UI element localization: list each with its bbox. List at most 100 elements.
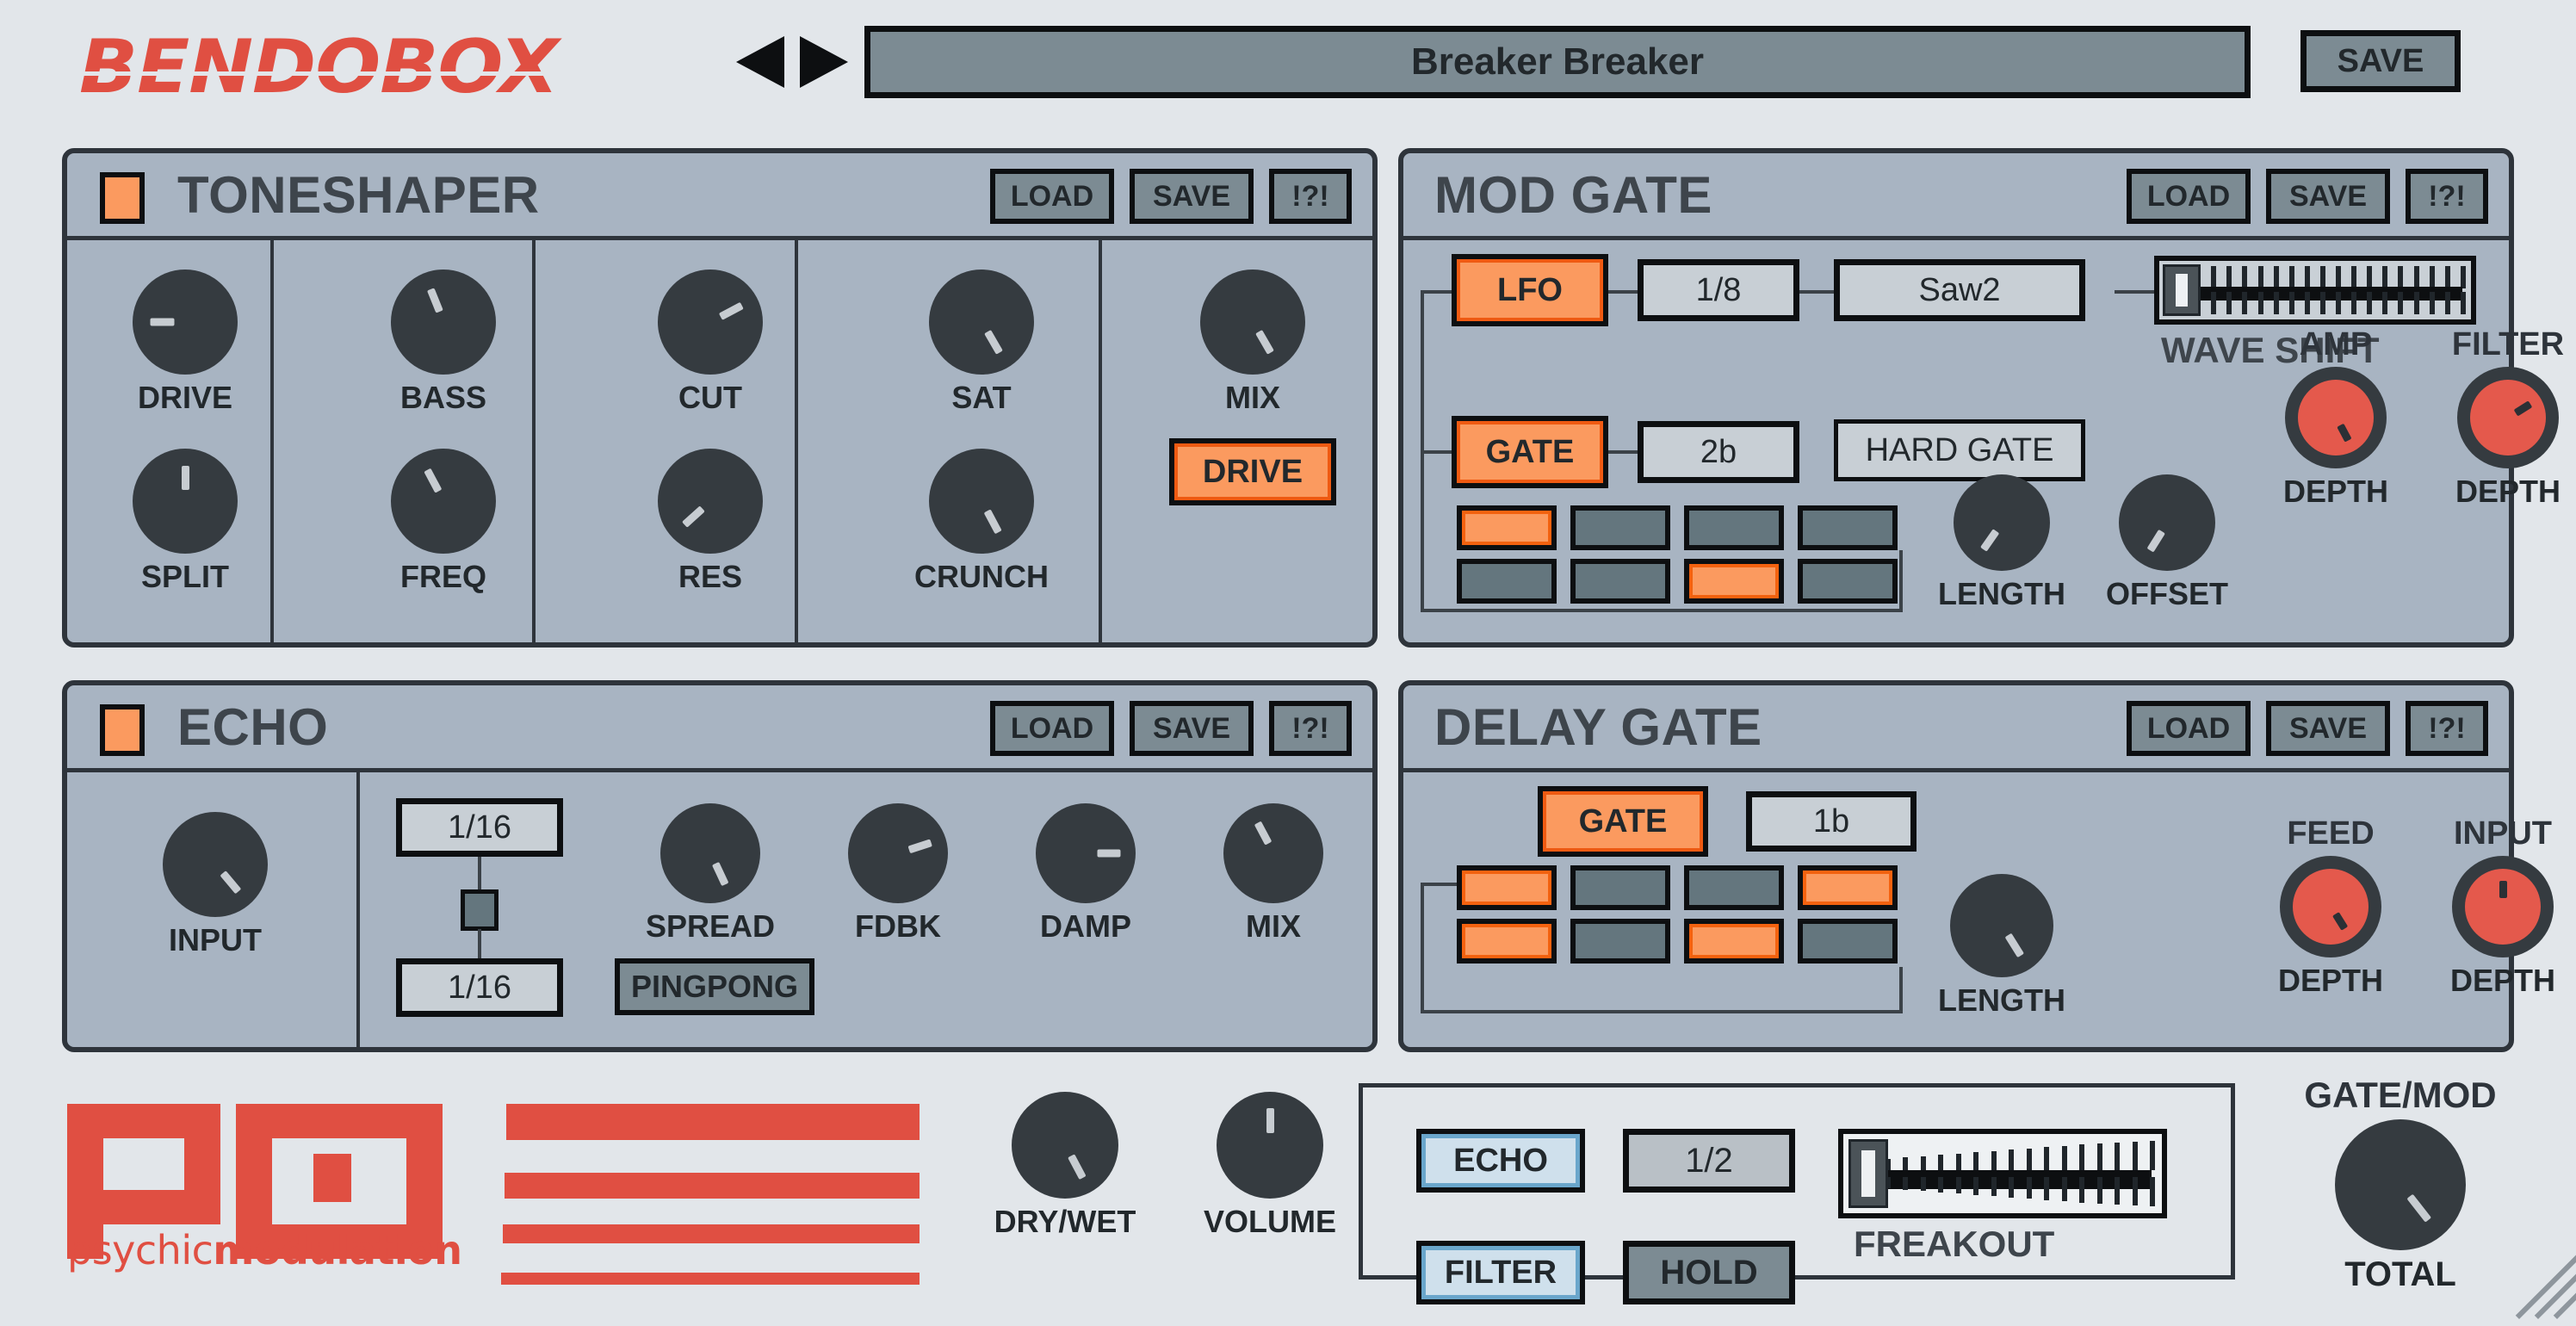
slider-handle-nub — [2176, 274, 2188, 307]
modgate-step-2-4[interactable] — [1798, 559, 1898, 604]
knob-volume[interactable]: VOLUME — [1171, 1092, 1369, 1240]
knob-total[interactable]: GATE/MOD TOTAL — [2271, 1075, 2530, 1294]
modgate-step-1-3[interactable] — [1684, 505, 1784, 550]
echo-link-square-icon[interactable] — [461, 889, 498, 931]
knob-label: DAMP — [1040, 908, 1131, 944]
preset-nav[interactable] — [736, 36, 848, 88]
knob-indicator — [983, 509, 1002, 535]
echo-pingpong-button[interactable]: PINGPONG — [615, 958, 814, 1015]
preset-display[interactable]: Breaker Breaker — [864, 26, 2251, 98]
knob-freq[interactable]: FREQ — [379, 449, 508, 595]
delaygate-step-2-2[interactable] — [1570, 919, 1670, 964]
modgate-lfo-rate[interactable]: 1/8 — [1638, 259, 1799, 321]
delaygate-save-button[interactable]: SAVE — [2266, 701, 2390, 756]
echo-enable-toggle[interactable] — [100, 704, 145, 756]
echo-save-button[interactable]: SAVE — [1130, 701, 1254, 756]
slider-handle[interactable] — [1848, 1139, 1888, 1208]
toneshaper-enable-toggle[interactable] — [100, 172, 145, 224]
freakout-echo-button[interactable]: ECHO — [1416, 1129, 1585, 1193]
knob-amp-depth[interactable]: AMP DEPTH — [2254, 326, 2418, 510]
knob-indicator — [2331, 912, 2348, 931]
delaygate-step-1-4[interactable] — [1798, 865, 1898, 910]
resize-grip-icon[interactable] — [2499, 1249, 2576, 1326]
slider-ticks-bottom — [2159, 292, 2471, 314]
modgate-gate-button[interactable]: GATE — [1452, 416, 1608, 488]
modgate-lfo-button[interactable]: LFO — [1452, 254, 1608, 326]
delaygate-step-2-1[interactable] — [1457, 919, 1557, 964]
knob-feed-depth[interactable]: FEED DEPTH — [2249, 815, 2412, 999]
delaygate-step-1-2[interactable] — [1570, 865, 1670, 910]
knob-modgate-length[interactable]: LENGTH — [1920, 474, 2084, 612]
divider — [270, 240, 274, 644]
knob-indicator — [181, 466, 189, 490]
knob-echo-fdbk[interactable]: FDBK — [825, 803, 971, 945]
freakout-slider[interactable] — [1838, 1129, 2167, 1218]
delaygate-help-button[interactable]: !?! — [2406, 701, 2488, 756]
modgate-load-button[interactable]: LOAD — [2127, 169, 2251, 224]
knob-indicator — [219, 871, 241, 895]
freakout-filter-button[interactable]: FILTER — [1416, 1241, 1585, 1304]
echo-time-left[interactable]: 1/16 — [396, 798, 563, 857]
toneshaper-header: TONESHAPER LOAD SAVE !?! — [67, 153, 1372, 236]
knob-modgate-offset[interactable]: OFFSET — [2085, 474, 2249, 612]
delaygate-step-1-1[interactable] — [1457, 865, 1557, 910]
delaygate-load-button[interactable]: LOAD — [2127, 701, 2251, 756]
modgate-step-2-3[interactable] — [1684, 559, 1784, 604]
preset-save-button[interactable]: SAVE — [2300, 30, 2461, 92]
modgate-step-1-2[interactable] — [1570, 505, 1670, 550]
knob-indicator — [2146, 529, 2165, 553]
knob-echo-damp[interactable]: DAMP — [1012, 803, 1159, 945]
delaygate-rate[interactable]: 1b — [1746, 791, 1917, 852]
triangle-right-icon[interactable] — [800, 36, 848, 88]
delaygate-step-2-4[interactable] — [1798, 919, 1898, 964]
modgate-step-1-4[interactable] — [1798, 505, 1898, 550]
freakout-hold-button[interactable]: HOLD — [1623, 1241, 1795, 1304]
knob-split[interactable]: SPLIT — [121, 449, 250, 595]
modgate-help-button[interactable]: !?! — [2406, 169, 2488, 224]
knob-echo-input[interactable]: INPUT — [146, 812, 284, 958]
slider-handle[interactable] — [2163, 264, 2201, 316]
knob-echo-mix[interactable]: MIX — [1200, 803, 1347, 945]
delaygate-gate-button[interactable]: GATE — [1538, 786, 1708, 857]
brand-logo-strike — [82, 71, 684, 76]
knob-drywet[interactable]: DRY/WET — [966, 1092, 1164, 1240]
modgate-gate-rate[interactable]: 2b — [1638, 421, 1799, 483]
echo-help-button[interactable]: !?! — [1269, 701, 1352, 756]
modgate-save-button[interactable]: SAVE — [2266, 169, 2390, 224]
knob-mix[interactable]: MIX — [1188, 270, 1317, 416]
modgate-header: MOD GATE LOAD SAVE !?! — [1403, 153, 2509, 236]
wire — [478, 857, 481, 893]
knob-cut[interactable]: CUT — [646, 270, 775, 416]
modgate-step-2-2[interactable] — [1570, 559, 1670, 604]
toneshaper-load-button[interactable]: LOAD — [990, 169, 1114, 224]
knob-input-depth[interactable]: INPUT DEPTH — [2421, 815, 2576, 999]
echo-time-right[interactable]: 1/16 — [396, 958, 563, 1017]
toneshaper-save-button[interactable]: SAVE — [1130, 169, 1254, 224]
knob-bass[interactable]: BASS — [379, 270, 508, 416]
triangle-left-icon[interactable] — [736, 36, 784, 88]
modgate-step-2-1[interactable] — [1457, 559, 1557, 604]
freakout-rate-value[interactable]: 1/2 — [1623, 1129, 1795, 1193]
toneshaper-drive-button[interactable]: DRIVE — [1169, 438, 1336, 505]
delaygate-step-1-3[interactable] — [1684, 865, 1784, 910]
knob-echo-spread[interactable]: SPREAD — [637, 803, 783, 945]
divider — [1099, 240, 1102, 644]
knob-sat[interactable]: SAT — [895, 270, 1068, 416]
knob-filter-depth[interactable]: FILTER DEPTH — [2426, 326, 2576, 510]
modgate-lfo-wave[interactable]: Saw2 — [1834, 259, 2085, 321]
wire — [1421, 290, 1424, 454]
toneshaper-body: DRIVE SPLIT BASS FREQ CUT RES SAT CRUNCH… — [67, 236, 1372, 644]
knob-delaygate-length[interactable]: LENGTH — [1920, 874, 2084, 1019]
waveshift-slider[interactable] — [2154, 256, 2476, 325]
toneshaper-title: TONESHAPER — [177, 166, 540, 224]
modgate-gate-mode[interactable]: HARD GATE — [1834, 419, 2085, 481]
knob-res[interactable]: RES — [646, 449, 775, 595]
knob-crunch[interactable]: CRUNCH — [895, 449, 1068, 595]
knob-indicator — [983, 330, 1003, 355]
knob-label: DEPTH — [2277, 963, 2383, 998]
echo-load-button[interactable]: LOAD — [990, 701, 1114, 756]
toneshaper-help-button[interactable]: !?! — [1269, 169, 1352, 224]
knob-drive[interactable]: DRIVE — [121, 270, 250, 416]
modgate-step-1-1[interactable] — [1457, 505, 1557, 550]
delaygate-step-2-3[interactable] — [1684, 919, 1784, 964]
